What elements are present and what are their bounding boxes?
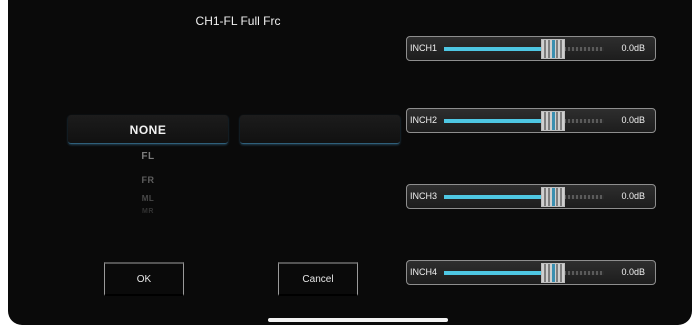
picker-item[interactable]: MR — [68, 208, 228, 214]
picker-item[interactable]: ML — [68, 194, 228, 203]
fader-knob[interactable] — [541, 111, 565, 131]
fader-value: 0.0dB — [621, 115, 645, 125]
fader-fill — [444, 195, 553, 199]
picker-item[interactable]: FL — [68, 151, 228, 162]
fader-track[interactable] — [444, 39, 604, 59]
fader-knob[interactable] — [541, 187, 565, 207]
cancel-button[interactable]: Cancel — [278, 262, 358, 296]
fader-value: 0.0dB — [621, 267, 645, 277]
home-indicator — [268, 318, 448, 322]
fader-track[interactable] — [444, 187, 604, 207]
secondary-picker[interactable] — [240, 115, 400, 144]
fader-fill — [444, 119, 553, 123]
ok-button[interactable]: OK — [104, 262, 184, 296]
fader-knob[interactable] — [541, 39, 565, 59]
fader-inch2[interactable]: INCH2 0.0dB — [406, 108, 656, 133]
picker-item[interactable]: FR — [68, 175, 228, 185]
fader-inch4[interactable]: INCH4 0.0dB — [406, 260, 656, 285]
screen: CH1-FL Full Frc NONE FL FR ML MR OK Canc… — [8, 0, 692, 325]
fader-track[interactable] — [444, 111, 604, 131]
fader-label: INCH1 — [410, 43, 438, 53]
fader-knob[interactable] — [541, 263, 565, 283]
picker-item-selected[interactable]: NONE — [68, 123, 228, 137]
fader-track[interactable] — [444, 263, 604, 283]
fader-fill — [444, 271, 553, 275]
fader-label: INCH3 — [410, 191, 438, 201]
page-title: CH1-FL Full Frc — [195, 14, 281, 28]
fader-value: 0.0dB — [621, 191, 645, 201]
fader-fill — [444, 47, 553, 51]
fader-value: 0.0dB — [621, 43, 645, 53]
fader-inch1[interactable]: INCH1 0.0dB — [406, 36, 656, 61]
fader-inch3[interactable]: INCH3 0.0dB — [406, 184, 656, 209]
channel-picker[interactable]: NONE FL FR ML MR — [68, 115, 228, 225]
fader-label: INCH2 — [410, 115, 438, 125]
fader-label: INCH4 — [410, 267, 438, 277]
